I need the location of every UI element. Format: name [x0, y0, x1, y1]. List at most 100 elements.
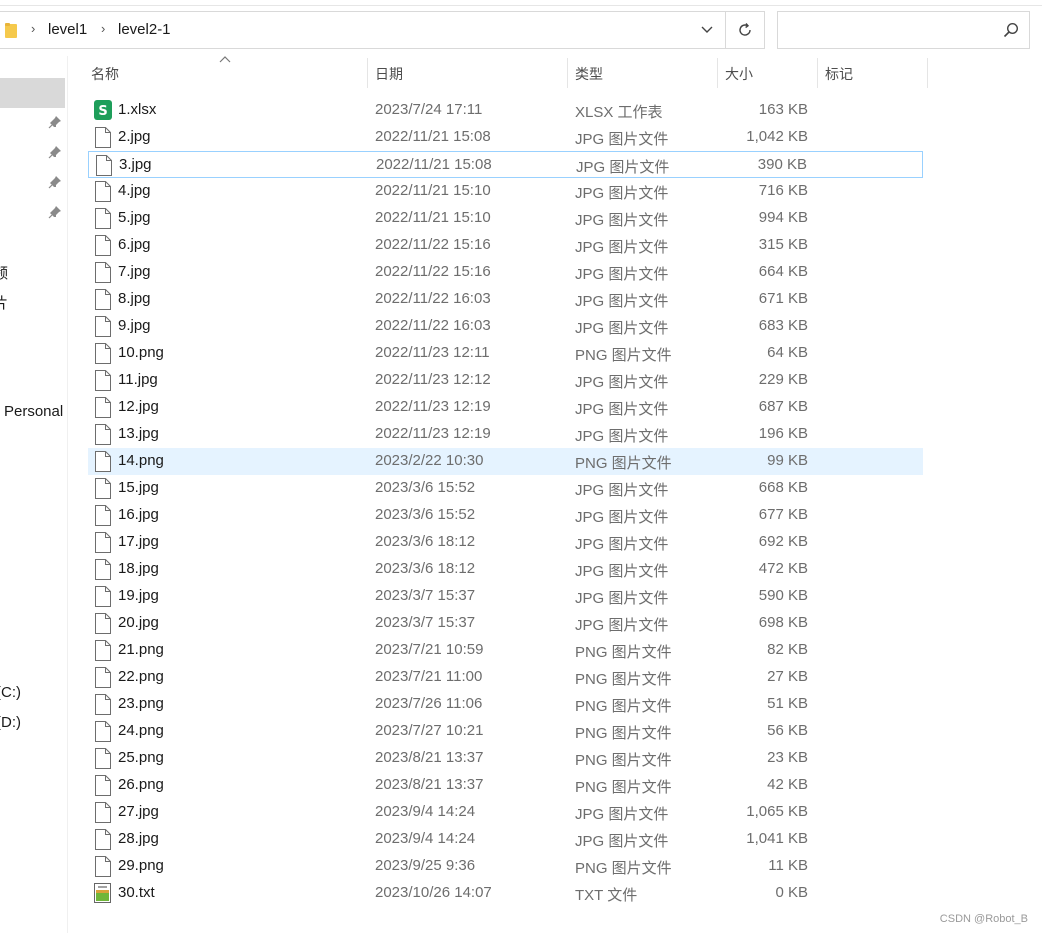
file-type: JPG 图片文件	[575, 509, 669, 526]
table-row[interactable]: 11.jpg 2022/11/23 12:12 JPG 图片文件 229 KB	[88, 367, 923, 394]
table-row[interactable]: 22.png 2023/7/21 11:00 PNG 图片文件 27 KB	[88, 664, 923, 691]
table-row[interactable]: 23.png 2023/7/26 11:06 PNG 图片文件 51 KB	[88, 691, 923, 718]
table-row[interactable]: 21.png 2023/7/21 10:59 PNG 图片文件 82 KB	[88, 637, 923, 664]
address-bar[interactable]: › level1 › level2-1	[0, 11, 726, 49]
file-date: 2023/3/6 18:12	[375, 560, 476, 577]
nav-item-personal[interactable]: Personal	[4, 403, 63, 420]
column-header-tag[interactable]: 标记	[825, 64, 853, 84]
nav-item-drive-d[interactable]: (D:)	[0, 714, 21, 731]
refresh-button[interactable]	[725, 11, 765, 49]
file-type: JPG 图片文件	[575, 239, 669, 256]
column-divider[interactable]	[567, 58, 568, 88]
column-header-date[interactable]: 日期	[375, 64, 403, 84]
file-icon	[95, 451, 111, 472]
file-name: 15.jpg	[118, 479, 159, 496]
file-icon	[95, 640, 111, 661]
table-row[interactable]: 30.txt 2023/10/26 14:07 TXT 文件 0 KB	[88, 880, 923, 907]
chevron-right-icon[interactable]: ›	[101, 21, 105, 36]
file-type: PNG 图片文件	[575, 347, 672, 364]
table-row[interactable]: 6.jpg 2022/11/22 15:16 JPG 图片文件 315 KB	[88, 232, 923, 259]
file-size: 671 KB	[758, 290, 808, 307]
file-date: 2023/7/21 10:59	[375, 641, 484, 658]
file-icon	[95, 802, 111, 823]
table-row[interactable]: 27.jpg 2023/9/4 14:24 JPG 图片文件 1,065 KB	[88, 799, 923, 826]
file-size: 51 KB	[767, 695, 808, 712]
search-input[interactable]	[784, 18, 994, 42]
navigation-pane[interactable]: 频 片 Personal (C:) (D:)	[0, 56, 68, 933]
file-date: 2022/11/23 12:11	[375, 344, 490, 361]
file-type: JPG 图片文件	[575, 482, 669, 499]
table-row[interactable]: 7.jpg 2022/11/22 15:16 JPG 图片文件 664 KB	[88, 259, 923, 286]
table-row[interactable]: 8.jpg 2022/11/22 16:03 JPG 图片文件 671 KB	[88, 286, 923, 313]
pin-icon[interactable]	[48, 115, 62, 129]
file-icon	[95, 397, 111, 418]
pin-icon[interactable]	[48, 175, 62, 189]
table-row[interactable]: 18.jpg 2023/3/6 18:12 JPG 图片文件 472 KB	[88, 556, 923, 583]
nav-item-videos[interactable]: 频	[0, 262, 8, 283]
file-type: JPG 图片文件	[575, 806, 669, 823]
file-name: 3.jpg	[119, 156, 152, 173]
file-type: JPG 图片文件	[575, 401, 669, 418]
table-row[interactable]: 29.png 2023/9/25 9:36 PNG 图片文件 11 KB	[88, 853, 923, 880]
nav-item-pictures[interactable]: 片	[0, 292, 8, 313]
column-divider[interactable]	[817, 58, 818, 88]
table-row[interactable]: 17.jpg 2023/3/6 18:12 JPG 图片文件 692 KB	[88, 529, 923, 556]
file-date: 2022/11/22 15:16	[375, 236, 491, 253]
column-header-type[interactable]: 类型	[575, 64, 603, 84]
file-name: 7.jpg	[118, 263, 151, 280]
table-row[interactable]: 15.jpg 2023/3/6 15:52 JPG 图片文件 668 KB	[88, 475, 923, 502]
search-box[interactable]	[777, 11, 1030, 49]
table-row[interactable]: 5.jpg 2022/11/21 15:10 JPG 图片文件 994 KB	[88, 205, 923, 232]
table-row[interactable]: 4.jpg 2022/11/21 15:10 JPG 图片文件 716 KB	[88, 178, 923, 205]
file-name: 19.jpg	[118, 587, 159, 604]
file-icon	[95, 316, 111, 337]
file-name: 20.jpg	[118, 614, 159, 631]
table-row[interactable]: 25.png 2023/8/21 13:37 PNG 图片文件 23 KB	[88, 745, 923, 772]
file-size: 1,065 KB	[746, 803, 808, 820]
pin-icon[interactable]	[48, 145, 62, 159]
table-row[interactable]: 12.jpg 2022/11/23 12:19 JPG 图片文件 687 KB	[88, 394, 923, 421]
chevron-right-icon[interactable]: ›	[31, 21, 35, 36]
file-icon	[95, 532, 111, 553]
file-date: 2022/11/23 12:12	[375, 371, 491, 388]
pin-icon[interactable]	[48, 205, 62, 219]
file-date: 2022/11/21 15:08	[375, 128, 491, 145]
refresh-icon	[739, 23, 751, 36]
file-type: PNG 图片文件	[575, 752, 672, 769]
column-header-size[interactable]: 大小	[725, 64, 753, 84]
table-row[interactable]: 24.png 2023/7/27 10:21 PNG 图片文件 56 KB	[88, 718, 923, 745]
table-row[interactable]: 13.jpg 2022/11/23 12:19 JPG 图片文件 196 KB	[88, 421, 923, 448]
file-icon	[95, 370, 111, 391]
nav-selected-item[interactable]	[0, 78, 65, 108]
file-icon	[95, 748, 111, 769]
file-type: PNG 图片文件	[575, 671, 672, 688]
column-divider[interactable]	[367, 58, 368, 88]
breadcrumb-level2-1[interactable]: level2-1	[118, 21, 171, 38]
table-row[interactable]: 9.jpg 2022/11/22 16:03 JPG 图片文件 683 KB	[88, 313, 923, 340]
table-row[interactable]: 16.jpg 2023/3/6 15:52 JPG 图片文件 677 KB	[88, 502, 923, 529]
column-divider[interactable]	[717, 58, 718, 88]
table-row[interactable]: 2.jpg 2022/11/21 15:08 JPG 图片文件 1,042 KB	[88, 124, 923, 151]
table-row[interactable]: 3.jpg 2022/11/21 15:08 JPG 图片文件 390 KB	[88, 151, 923, 178]
column-divider[interactable]	[927, 58, 928, 88]
file-size: 27 KB	[767, 668, 808, 685]
file-size: 315 KB	[758, 236, 808, 253]
breadcrumb-level1[interactable]: level1	[48, 21, 87, 38]
file-name: 2.jpg	[118, 128, 151, 145]
file-icon	[95, 127, 111, 148]
column-header-name[interactable]: 名称	[91, 64, 119, 84]
file-type: JPG 图片文件	[575, 212, 669, 229]
table-row[interactable]: 10.png 2022/11/23 12:11 PNG 图片文件 64 KB	[88, 340, 923, 367]
table-row[interactable]: 26.png 2023/8/21 13:37 PNG 图片文件 42 KB	[88, 772, 923, 799]
table-row[interactable]: 14.png 2023/2/22 10:30 PNG 图片文件 99 KB	[88, 448, 923, 475]
table-row[interactable]: 19.jpg 2023/3/7 15:37 JPG 图片文件 590 KB	[88, 583, 923, 610]
file-name: 5.jpg	[118, 209, 151, 226]
file-date: 2023/9/4 14:24	[375, 830, 476, 847]
table-row[interactable]: 20.jpg 2023/3/7 15:37 JPG 图片文件 698 KB	[88, 610, 923, 637]
address-dropdown-button[interactable]	[694, 18, 720, 42]
nav-item-drive-c[interactable]: (C:)	[0, 684, 21, 701]
table-row[interactable]: S 1.xlsx 2023/7/24 17:11 XLSX 工作表 163 KB	[88, 97, 923, 124]
table-row[interactable]: 28.jpg 2023/9/4 14:24 JPG 图片文件 1,041 KB	[88, 826, 923, 853]
file-type: JPG 图片文件	[575, 563, 669, 580]
search-icon[interactable]	[1003, 22, 1019, 38]
